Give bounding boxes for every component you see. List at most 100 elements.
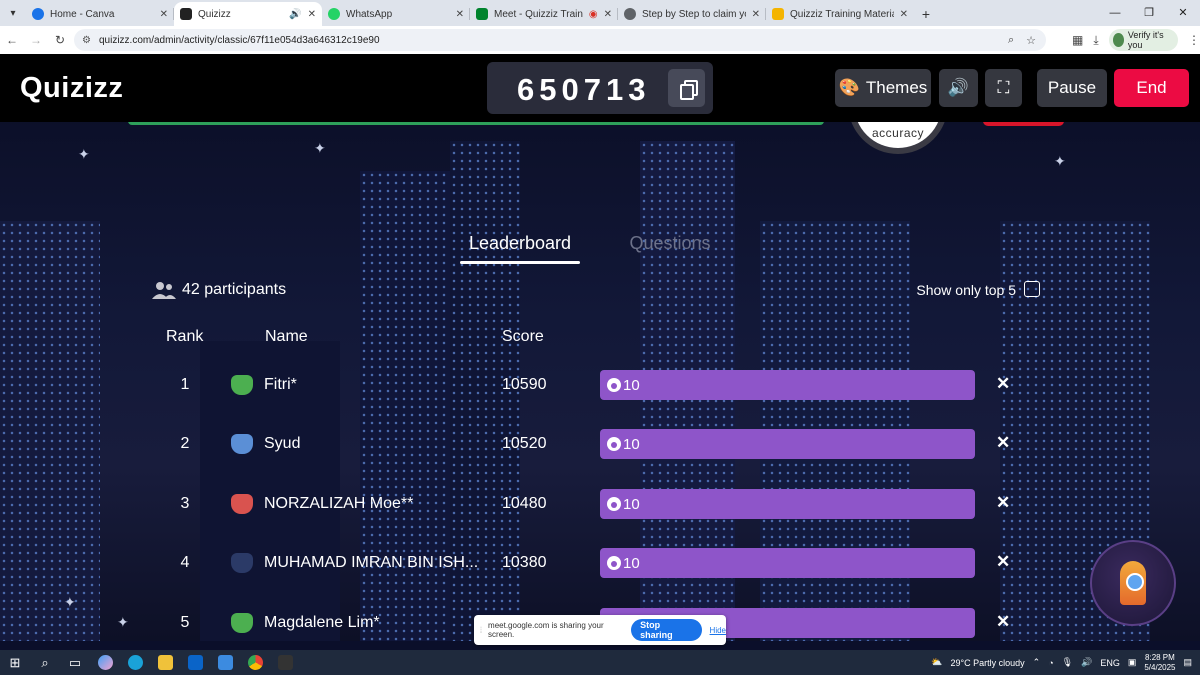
wifi-icon[interactable]: ◔ (1048, 658, 1053, 668)
app-header: Quizizz 650713 🎨 Themes 🔊 ⛶ Pause End (0, 54, 1200, 122)
browser-tab[interactable]: Home - Canva ✕ (26, 2, 174, 26)
volume-icon[interactable]: 🔊 (1081, 657, 1092, 668)
extensions-icon[interactable]: ▦ (1072, 33, 1083, 47)
browser-menu-icon[interactable]: ⋮ (1188, 33, 1200, 47)
themes-label: Themes (865, 78, 928, 97)
tab-title: Meet - Quizziz Training Ses (494, 8, 583, 20)
audio-playing-icon[interactable]: 🔊 (289, 9, 301, 20)
tab-title: Home - Canva (50, 8, 115, 20)
player-avatar-icon (231, 375, 253, 395)
weather-text[interactable]: 29°C Partly cloudy (951, 658, 1025, 668)
participants-count: 42 participants (182, 281, 287, 298)
remove-player-icon[interactable]: ✕ (996, 493, 1010, 513)
player-rank: 5 (180, 614, 190, 631)
store-icon[interactable] (210, 650, 240, 675)
close-tab-icon[interactable]: ✕ (308, 9, 316, 20)
close-tab-icon[interactable]: ✕ (900, 9, 908, 20)
tab-leaderboard[interactable]: Leaderboard (460, 233, 580, 254)
edge-icon[interactable] (120, 650, 150, 675)
meet-favicon-icon (476, 8, 488, 20)
download-icon[interactable]: ⤓ (1093, 33, 1098, 48)
address-bar[interactable]: ⚙ quizizz.com/admin/activity/classic/67f… (74, 29, 1046, 51)
player-avatar-icon (231, 434, 253, 454)
chrome-icon[interactable] (240, 650, 270, 675)
player-avatar-icon (231, 613, 253, 633)
show-top5-checkbox[interactable] (1024, 281, 1040, 297)
fullscreen-button[interactable]: ⛶ (985, 69, 1022, 107)
close-tab-icon[interactable]: ✕ (752, 9, 760, 20)
player-score: 10590 (502, 376, 547, 393)
canva-favicon-icon (32, 8, 44, 20)
remove-player-icon[interactable]: ✕ (996, 433, 1010, 453)
language-indicator[interactable]: ENG (1100, 658, 1120, 668)
column-score: Score (502, 328, 544, 345)
hide-link[interactable]: Hide (710, 626, 726, 635)
close-tab-icon[interactable]: ✕ (604, 9, 612, 20)
end-button[interactable]: End (1114, 69, 1189, 107)
streak-bar: 10 (600, 548, 975, 578)
remove-player-icon[interactable]: ✕ (996, 374, 1010, 394)
close-tab-icon[interactable]: ✕ (456, 9, 464, 20)
search-icon[interactable]: ⌕ (30, 650, 60, 675)
copy-code-button[interactable] (668, 69, 705, 107)
browser-toolbar: ← → ↻ ⚙ quizizz.com/admin/activity/class… (0, 26, 1200, 54)
bookmark-star-icon[interactable]: ☆ (1026, 34, 1036, 47)
close-window-icon[interactable]: ✕ (1166, 0, 1200, 26)
weather-icon[interactable]: ⛅ (931, 657, 942, 668)
back-icon[interactable]: ← (0, 33, 24, 47)
browser-tab[interactable]: Meet - Quizziz Training Ses ◉ ✕ (470, 2, 618, 26)
tray-chevron-icon[interactable]: ⌃ (1033, 657, 1041, 668)
tab-questions[interactable]: Questions (610, 233, 730, 254)
fullscreen-icon: ⛶ (997, 78, 1010, 97)
pause-button[interactable]: Pause (1037, 69, 1107, 107)
maximize-icon[interactable]: ❐ (1132, 0, 1166, 26)
player-name: Magdalene Lim* (264, 614, 380, 631)
close-tab-icon[interactable]: ✕ (160, 9, 168, 20)
windows-start-icon[interactable]: ⊞ (0, 650, 30, 675)
file-explorer-icon[interactable] (150, 650, 180, 675)
player-name: Syud (264, 435, 301, 452)
new-tab-button[interactable]: + (914, 2, 938, 26)
tab-title: Quizziz Training Material - Goo (790, 8, 894, 20)
powerups-rocket-button[interactable] (1090, 540, 1176, 626)
remove-player-icon[interactable]: ✕ (996, 612, 1010, 632)
terminal-icon[interactable] (270, 650, 300, 675)
reload-icon[interactable]: ↻ (48, 33, 72, 47)
player-score: 10520 (502, 435, 547, 452)
forward-icon[interactable]: → (24, 33, 48, 47)
leaderboard-header: 42 participants Show only top 5 (152, 278, 1042, 304)
themes-button[interactable]: 🎨 Themes (835, 69, 931, 107)
copilot-icon[interactable] (90, 650, 120, 675)
browser-tab[interactable]: WhatsApp ✕ (322, 2, 470, 26)
browser-tab[interactable]: Step by Step to claim your certi ✕ (618, 2, 766, 26)
remove-player-icon[interactable]: ✕ (996, 552, 1010, 572)
site-info-icon[interactable]: ⚙ (82, 35, 91, 46)
profile-verify-button[interactable]: Verify it's you (1108, 29, 1178, 51)
task-view-icon[interactable]: ▭ (60, 650, 90, 675)
browser-tab-active[interactable]: Quizizz 🔊 ✕ (174, 2, 322, 26)
mic-icon[interactable]: 🎙 (1062, 657, 1073, 668)
player-rank: 4 (180, 554, 190, 571)
sound-button[interactable]: 🔊 (939, 69, 978, 107)
column-name: Name (265, 328, 308, 345)
window-controls: — ❐ ✕ (1098, 0, 1200, 26)
tray-network-icon[interactable]: ▣ (1128, 657, 1137, 668)
browser-tab[interactable]: Quizziz Training Material - Goo ✕ (766, 2, 914, 26)
minimize-icon[interactable]: — (1098, 0, 1132, 26)
streak-count: 10 (623, 554, 640, 572)
screen-share-bar: ⦙ meet.google.com is sharing your screen… (474, 615, 726, 645)
tab-title: Step by Step to claim your certi (642, 8, 746, 20)
outlook-icon[interactable] (180, 650, 210, 675)
clock[interactable]: 8:28 PM 5/4/2025 (1144, 653, 1175, 673)
profile-avatar (1112, 33, 1124, 47)
url-text[interactable]: quizizz.com/admin/activity/classic/67f11… (99, 35, 380, 46)
browser-tab-strip: ▾ Home - Canva ✕ Quizizz 🔊 ✕ WhatsApp ✕ … (0, 0, 1200, 26)
streak-count: 10 (623, 435, 640, 453)
zoom-icon[interactable]: ⌕ (1008, 34, 1014, 47)
drag-handle-icon[interactable]: ⦙ (480, 625, 482, 636)
tab-search-icon[interactable]: ▾ (0, 0, 26, 26)
stop-sharing-button[interactable]: Stop sharing (631, 619, 702, 641)
verify-label: Verify it's you (1127, 30, 1164, 50)
streak-bar: 10 (600, 489, 975, 519)
notification-icon[interactable]: ▤ (1183, 657, 1192, 668)
